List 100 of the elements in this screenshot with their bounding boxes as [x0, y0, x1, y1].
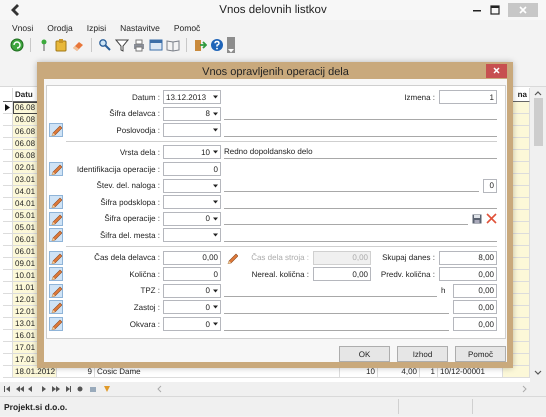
maximize-button[interactable]	[490, 4, 502, 16]
field-label: Zastoj :	[134, 302, 160, 312]
input-field[interactable]: 0	[163, 162, 221, 176]
dialog-button[interactable]: Izhod	[397, 346, 448, 362]
input-field[interactable]: 0	[163, 267, 221, 282]
dropdown-field[interactable]	[163, 178, 221, 193]
edit-button[interactable]	[49, 162, 63, 176]
column-header[interactable]: na	[518, 90, 527, 99]
dropdown-field[interactable]: 8	[163, 106, 221, 121]
dropdown-field[interactable]: 0	[163, 300, 221, 314]
pencil-icon	[50, 196, 62, 208]
scroll-down-icon[interactable]	[534, 370, 542, 376]
pencil-icon	[50, 229, 62, 242]
pencil-icon	[50, 212, 62, 225]
table-cell-text: 10/12-00001	[440, 367, 485, 376]
scrollbar-thumb[interactable]	[534, 98, 542, 146]
edit-button[interactable]	[49, 300, 63, 314]
input-field[interactable]: 0,00	[453, 284, 497, 298]
pencil-icon	[50, 318, 62, 330]
table-cell-text: 12.01	[15, 307, 36, 316]
input-field[interactable]: 0,00	[439, 267, 497, 282]
input-field[interactable]: 0,00	[163, 250, 221, 265]
field-label: TPZ :	[140, 286, 160, 296]
book-icon[interactable]	[166, 38, 180, 52]
dialog-button[interactable]: OK	[339, 346, 390, 362]
caret-icon	[212, 127, 218, 134]
edit-button[interactable]	[49, 212, 63, 226]
dropdown-field[interactable]	[163, 195, 221, 210]
field-label: Vrsta dela :	[120, 148, 160, 157]
filter-icon[interactable]	[115, 38, 129, 52]
table-cell-text: Cosic Dame	[97, 367, 141, 376]
caret-icon	[212, 321, 218, 327]
field-label: Čas dela stroja :	[250, 253, 309, 262]
table-cell-text: 06.01	[15, 247, 36, 256]
table-cell-text: 06.08	[15, 151, 36, 160]
menu-item[interactable]: Pomoč	[174, 22, 200, 32]
edit-button[interactable]	[49, 284, 63, 298]
field-label: Nereal. količna :	[250, 270, 309, 279]
table-cell-text: 06.01	[15, 235, 36, 244]
edit-button[interactable]	[49, 250, 63, 265]
input-field[interactable]: 0,00	[313, 267, 371, 282]
pencil-icon	[50, 301, 62, 314]
input-field[interactable]: 1	[439, 90, 497, 104]
pencil-icon	[50, 268, 62, 280]
field-label: Izmena :	[403, 92, 435, 102]
delete-icon[interactable]	[486, 213, 497, 224]
status-text: Projekt.si d.o.o.	[4, 402, 68, 412]
input-field[interactable]: 0,00	[453, 317, 497, 331]
scroll-up-icon[interactable]	[534, 90, 542, 96]
close-button[interactable]	[486, 64, 507, 78]
menu-item[interactable]: Nastavitve	[120, 22, 160, 32]
table-cell-text: 03.01	[15, 175, 36, 184]
edit-button[interactable]	[49, 267, 63, 282]
menu-item[interactable]: Orodja	[47, 22, 73, 32]
input-field[interactable]: 0	[483, 178, 497, 193]
dialog-button[interactable]: Pomoč	[455, 346, 506, 362]
dropdown-field[interactable]: 0	[163, 284, 221, 298]
edit-button[interactable]	[49, 123, 63, 138]
save-icon[interactable]	[472, 214, 482, 224]
table-cell-text: 06.08	[15, 139, 36, 148]
dropdown-field[interactable]	[163, 123, 221, 138]
field-label: Predv. količna :	[380, 270, 435, 279]
pencil-icon	[50, 124, 62, 136]
overflow-button[interactable]	[227, 36, 235, 52]
column-header[interactable]: Datu	[15, 90, 33, 99]
table-cell-text: 06.08	[15, 127, 36, 136]
window-icon[interactable]	[149, 38, 163, 52]
table-cell-text: 05.01	[15, 223, 36, 232]
input-field[interactable]: 8,00	[439, 250, 497, 265]
caret-icon	[212, 110, 218, 117]
help-icon[interactable]	[210, 38, 224, 52]
description-text: Redno dopoldansko delo	[224, 147, 313, 156]
field-label: Šifra podsklopa :	[100, 198, 160, 207]
dialog-title: Vnos opravljenih operacij dela	[202, 66, 349, 78]
menu-item[interactable]: Vnosi	[12, 22, 34, 32]
pencil-icon[interactable]	[226, 252, 238, 264]
exit-icon[interactable]	[193, 38, 207, 52]
edit-button[interactable]	[49, 228, 63, 242]
dropdown-field[interactable]: 10	[163, 145, 221, 160]
menu-item[interactable]: Izpisi	[86, 22, 106, 32]
edit-button[interactable]	[49, 195, 63, 210]
table-cell-text: 05.01	[15, 211, 36, 220]
dropdown-field[interactable]: 0	[163, 212, 221, 226]
table-cell-text: 13.01	[15, 319, 36, 328]
table-cell-text: 17.01	[15, 355, 36, 364]
field-label: Datum :	[132, 92, 160, 102]
dropdown-field[interactable]: 0	[163, 317, 221, 331]
field-label: Šifra del. mesta :	[100, 230, 160, 240]
table-cell-text: 04.01	[15, 187, 36, 196]
input-field[interactable]: 0,00	[453, 300, 497, 314]
printer-icon[interactable]	[132, 38, 146, 52]
field-label: Čas dela delavca :	[94, 253, 160, 262]
table-cell-text: 04.01	[15, 199, 36, 208]
dropdown-field[interactable]: 13.12.2013	[163, 90, 221, 104]
table-cell-text: 10	[366, 367, 375, 376]
search-icon[interactable]	[98, 38, 112, 52]
package-icon[interactable]	[54, 38, 68, 52]
refresh-icon[interactable]	[10, 38, 24, 52]
edit-button[interactable]	[49, 317, 63, 331]
dropdown-field[interactable]	[163, 228, 221, 242]
